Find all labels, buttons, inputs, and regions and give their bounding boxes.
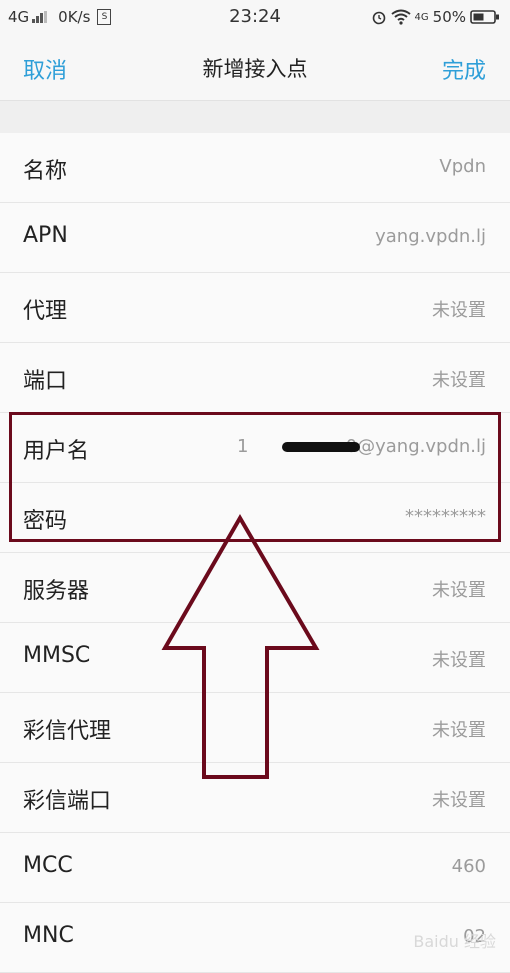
row-value: 未设置 [432,300,486,321]
row-value: 未设置 [432,370,486,391]
network-type-right: 4G [414,11,429,23]
row-value: 未设置 [432,720,486,741]
row-label: 服务器 [23,579,90,604]
row-value: 未设置 [432,790,486,811]
battery-percent: 50% [432,8,466,26]
setting-row-port[interactable]: 端口 未设置 [0,343,510,413]
row-label: 代理 [23,299,68,324]
row-value: Vpdn [439,156,486,177]
row-value: 460 [451,856,486,877]
setting-row-server[interactable]: 服务器 未设置 [0,553,510,623]
status-right: 4G 50% [371,8,500,26]
setting-row-mmsc[interactable]: MMSC 未设置 [0,623,510,693]
section-spacer [0,101,510,133]
alarm-icon [372,11,385,25]
battery-icon [470,10,499,24]
setting-row-mms-proxy[interactable]: 彩信代理 未设置 [0,693,510,763]
row-value: yang.vpdn.lj [375,226,486,247]
row-label: 端口 [23,369,68,394]
status-bar: 4G 0K/s S 23:24 4G 50% [0,0,510,36]
setting-row-name[interactable]: 名称 Vpdn [0,133,510,203]
setting-row-apn[interactable]: APN yang.vpdn.lj [0,203,510,273]
navigation-bar: 取消 新增接入点 完成 [0,36,510,101]
annotation-highlight-box [9,412,501,542]
row-label: MNC [23,923,74,948]
row-label: MCC [23,853,73,878]
row-value: 未设置 [432,650,486,671]
row-label: 彩信端口 [23,789,112,814]
row-value: 未设置 [432,580,486,601]
setting-row-mcc[interactable]: MCC 460 [0,833,510,903]
apn-settings-list: 名称 Vpdn APN yang.vpdn.lj 代理 未设置 端口 未设置 用… [0,133,510,973]
page-title: 新增接入点 [202,57,308,81]
watermark-logo: Baidu 经验 [413,932,496,951]
row-label: 名称 [23,159,68,184]
row-label: 彩信代理 [23,719,112,744]
wifi-icon [390,9,411,25]
setting-row-mms-port[interactable]: 彩信端口 未设置 [0,763,510,833]
row-label: MMSC [23,643,91,668]
done-button[interactable]: 完成 [442,53,486,85]
setting-row-proxy[interactable]: 代理 未设置 [0,273,510,343]
row-label: APN [23,223,68,248]
